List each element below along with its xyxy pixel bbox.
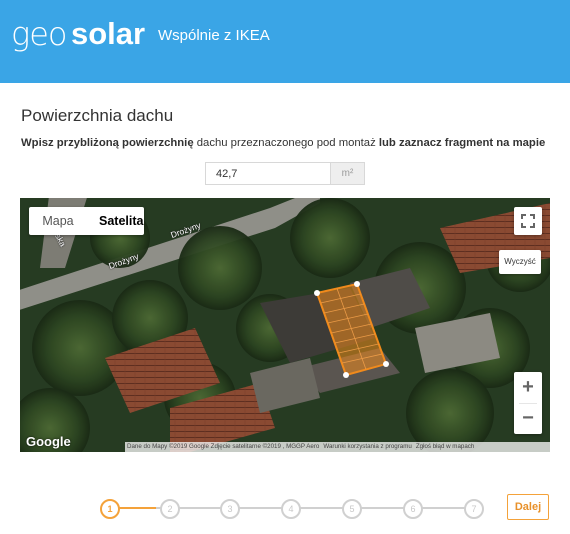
zoom-out-button[interactable]: − bbox=[514, 403, 542, 434]
fullscreen-icon bbox=[521, 214, 535, 228]
progress-stepper: 1 2 3 4 5 6 7 bbox=[96, 493, 486, 523]
attribution-terms-link[interactable]: Warunki korzystania z programu bbox=[321, 442, 414, 452]
header-subtitle: Wspólnie z IKEA bbox=[158, 27, 270, 44]
step-7[interactable]: 7 bbox=[464, 499, 484, 519]
header: geo solar Wspólnie z IKEA bbox=[0, 0, 570, 83]
clear-selection-button[interactable]: Wyczyść bbox=[499, 250, 541, 274]
logo-geo-text: geo bbox=[11, 15, 67, 53]
google-logo[interactable]: Google bbox=[26, 434, 71, 449]
logo-solar-text: solar bbox=[71, 16, 146, 51]
area-input-group: m² bbox=[205, 162, 365, 185]
zoom-in-button[interactable]: + bbox=[514, 372, 542, 403]
step-1[interactable]: 1 bbox=[100, 499, 120, 519]
map-type-satellite-button[interactable]: Satelita bbox=[87, 207, 144, 235]
instructions-plain: dachu przeznaczonego pod montaż bbox=[193, 137, 379, 149]
step-6[interactable]: 6 bbox=[403, 499, 423, 519]
fullscreen-button[interactable] bbox=[514, 207, 542, 235]
map-type-switcher: Mapa Satelita bbox=[29, 207, 144, 235]
step-3[interactable]: 3 bbox=[220, 499, 240, 519]
next-button[interactable]: Dalej bbox=[507, 494, 549, 520]
area-input[interactable] bbox=[206, 163, 330, 184]
attribution-data: Dane do Mapy ©2019 Google Zdjęcie sateli… bbox=[127, 443, 320, 450]
attribution-report-link[interactable]: Zgłoś błąd w mapach bbox=[414, 442, 476, 452]
section-title: Powierzchnia dachu bbox=[21, 106, 174, 125]
instructions-text: Wpisz przybliżoną powierzchnię dachu prz… bbox=[21, 137, 551, 149]
instructions-bold-1: Wpisz przybliżoną powierzchnię bbox=[21, 137, 194, 149]
map-type-map-button[interactable]: Mapa bbox=[29, 207, 87, 235]
step-5[interactable]: 5 bbox=[342, 499, 362, 519]
map-attribution: Dane do Mapy ©2019 Google Zdjęcie sateli… bbox=[125, 442, 550, 452]
step-2[interactable]: 2 bbox=[160, 499, 180, 519]
satellite-map[interactable]: Drożyny Drożyny ska Mapa Satelita Wyczyś… bbox=[20, 198, 550, 452]
zoom-separator bbox=[519, 403, 537, 404]
instructions-bold-2: lub zaznacz fragment na mapie bbox=[378, 137, 546, 149]
area-unit-label: m² bbox=[330, 163, 364, 184]
step-4[interactable]: 4 bbox=[281, 499, 301, 519]
zoom-control: + − bbox=[514, 372, 542, 434]
satellite-imagery bbox=[20, 198, 550, 452]
